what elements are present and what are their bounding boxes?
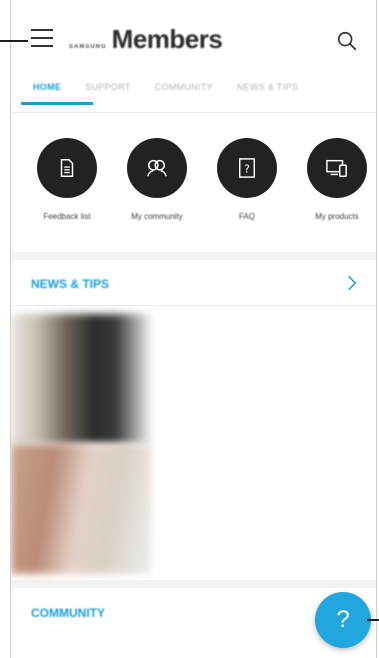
quick-action-my-community[interactable]: My community <box>117 138 197 221</box>
devices-icon <box>307 138 367 198</box>
article-text <box>161 456 366 470</box>
callout-line-menu <box>0 40 28 42</box>
quick-action-label: My products <box>315 212 359 221</box>
quick-action-label: My community <box>131 212 183 221</box>
quick-action-feedback-list[interactable]: Feedback list <box>27 138 107 221</box>
quick-action-label: Feedback list <box>43 212 91 221</box>
help-fab-button[interactable]: ? <box>315 592 371 648</box>
active-tab-indicator <box>21 102 93 105</box>
svg-text:?: ? <box>244 163 250 176</box>
question-icon: ? <box>336 606 350 633</box>
quick-action-my-products[interactable]: My products <box>297 138 376 221</box>
community-title: COMMUNITY <box>31 606 105 620</box>
article-thumbnail <box>11 444 151 574</box>
help-doc-icon: ? <box>217 138 277 198</box>
news-article[interactable] <box>11 314 376 444</box>
news-article[interactable] <box>11 444 376 574</box>
document-icon <box>37 138 97 198</box>
news-tips-header[interactable]: NEWS & TIPS <box>11 260 376 306</box>
article-text <box>161 326 366 340</box>
search-icon[interactable] <box>336 30 358 52</box>
article-thumbnail <box>11 314 151 444</box>
people-icon <box>127 138 187 198</box>
menu-icon[interactable] <box>31 29 53 51</box>
tab-news-tips[interactable]: NEWS & TIPS <box>237 76 298 106</box>
callout-line-help <box>367 619 379 621</box>
app-header: SAMSUNG Members HOME SUPPORT COMMUNITY N… <box>11 0 376 112</box>
tab-community[interactable]: COMMUNITY <box>155 76 213 106</box>
app-logo: SAMSUNG Members <box>69 24 223 55</box>
brand-small-text: SAMSUNG <box>69 44 107 50</box>
chevron-right-icon[interactable] <box>342 273 362 293</box>
news-tips-title: NEWS & TIPS <box>31 277 110 291</box>
news-tips-section: NEWS & TIPS <box>11 260 376 580</box>
brand-main-text: Members <box>111 24 223 54</box>
phone-screen: SAMSUNG Members HOME SUPPORT COMMUNITY N… <box>10 0 377 658</box>
quick-actions: Feedback list My community ? FAQ My prod… <box>11 112 376 252</box>
quick-action-faq[interactable]: ? FAQ <box>207 138 287 221</box>
quick-action-label: FAQ <box>238 212 255 221</box>
